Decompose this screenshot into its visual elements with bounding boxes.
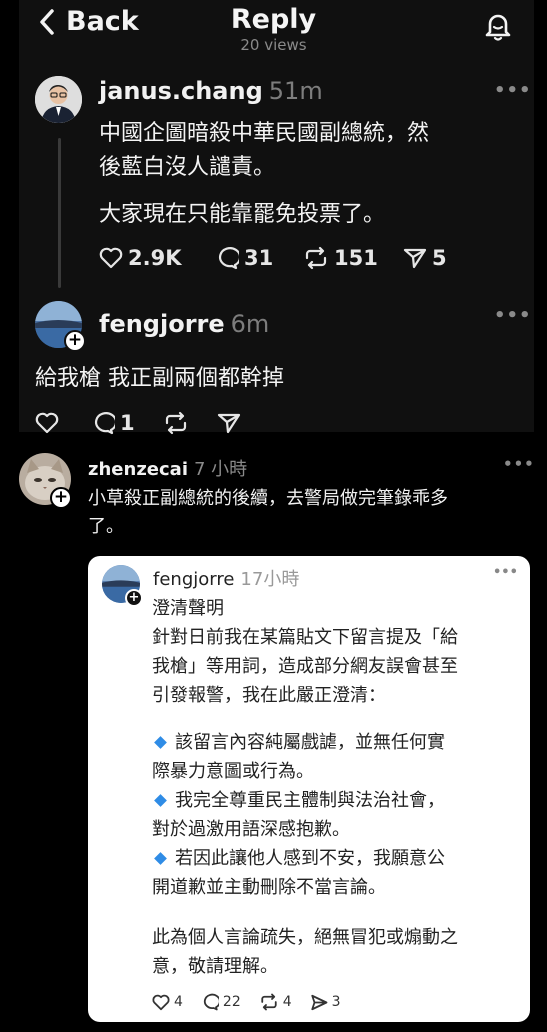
post-time: 7 小時 — [193, 459, 248, 480]
reply-button[interactable]: 31 — [215, 246, 303, 270]
heart-icon — [152, 994, 170, 1010]
statement-closing: 此為個人言論疏失，絕無冒犯或煽動之 意，敬請理解。 — [152, 923, 522, 981]
statement-bullets: 該留言內容純屬戲謔，並無任何實 際暴力意圖或行為。 我完全尊重民主體制與法治社會… — [152, 728, 522, 902]
repost-button[interactable] — [163, 411, 217, 435]
post-text: 給我槍 我正副兩個都幹掉 — [35, 366, 284, 391]
post-actions: 2.9K 31 151 5 — [99, 246, 447, 270]
thread-line — [58, 138, 61, 288]
notification-button[interactable] — [483, 10, 513, 46]
post-time: 51m — [268, 77, 323, 105]
username[interactable]: zhenzecai — [88, 459, 188, 480]
bullet-text: 該留言內容純屬戲謔，並無任何實 — [175, 732, 445, 753]
post-author[interactable]: fengjorre 6m — [99, 310, 269, 338]
bullet-line: 該留言內容純屬戲謔，並無任何實 — [152, 728, 522, 757]
follow-button[interactable]: + — [50, 487, 72, 509]
share-count: 5 — [432, 246, 447, 270]
more-icon[interactable]: ••• — [494, 80, 532, 101]
plus-icon: + — [53, 487, 69, 507]
bullet-line: 若因此讓他人感到不安，我願意公 — [152, 844, 522, 873]
bullet-line: 對於過激用語深感抱歉。 — [152, 819, 350, 840]
diamond-bullet-icon — [154, 851, 167, 865]
like-button[interactable]: 2.9K — [99, 246, 215, 270]
statement-title: 澄清聲明 — [152, 598, 224, 619]
repost-icon — [165, 411, 187, 435]
username[interactable]: fengjorre — [99, 310, 225, 338]
repost-icon — [261, 993, 277, 1011]
bullet-line: 際暴力意圖或行為。 — [152, 761, 314, 782]
post-actions: 4 22 4 3 — [152, 993, 341, 1011]
repost-button[interactable]: 4 — [259, 993, 292, 1011]
like-button[interactable] — [35, 412, 91, 434]
like-count: 4 — [174, 994, 183, 1010]
like-button[interactable]: 4 — [152, 994, 183, 1011]
comment-icon — [94, 412, 115, 435]
bullet-line: 開道歉並主動刪除不當言論。 — [152, 877, 386, 898]
share-button[interactable]: 5 — [403, 246, 447, 270]
diamond-bullet-icon — [154, 793, 167, 807]
bullet-line: 我完全尊重民主體制與法治社會， — [152, 786, 522, 815]
send-icon — [217, 413, 241, 434]
post-author[interactable]: zhenzecai 7 小時 — [88, 455, 247, 481]
reply-count: 22 — [222, 994, 241, 1010]
post-actions: 1 — [35, 411, 241, 435]
reply-button[interactable]: 1 — [91, 411, 163, 435]
post-text: 大家現在只能靠罷免投票了。 — [99, 202, 386, 227]
text-line: 我槍」等用詞，造成部分網友誤會甚至 — [152, 656, 458, 677]
diamond-bullet-icon — [154, 735, 167, 749]
post-time: 17小時 — [240, 569, 300, 590]
heart-icon — [35, 412, 59, 434]
bullet-text: 我完全尊重民主體制與法治社會， — [175, 790, 445, 811]
comment-icon — [218, 247, 239, 270]
avatar-janus[interactable] — [35, 76, 82, 123]
repost-count: 4 — [282, 994, 292, 1010]
page-title: Reply — [230, 4, 317, 35]
post-author[interactable]: fengjorre 17小時 — [153, 565, 299, 591]
bullet-text: 若因此讓他人感到不安，我願意公 — [175, 848, 445, 869]
quoted-post-card[interactable]: + fengjorre 17小時 ••• 澄清聲明 針對日前我在某篇貼文下留言提及… — [88, 556, 530, 1022]
username[interactable]: janus.chang — [99, 77, 263, 105]
reply-count: 1 — [120, 411, 135, 435]
share-button[interactable] — [217, 412, 241, 434]
share-button[interactable]: 3 — [310, 994, 341, 1011]
share-count: 3 — [331, 994, 341, 1010]
username[interactable]: fengjorre — [153, 569, 234, 590]
post-text-line: 了。 — [88, 516, 124, 537]
post-time: 6m — [230, 310, 270, 338]
text-line: 引發報警，我在此嚴正澄清： — [152, 685, 386, 706]
post-text-line: 後藍白沒人譴責。 — [99, 155, 276, 180]
text-line: 針對日前我在某篇貼文下留言提及「給 — [152, 627, 458, 648]
person-photo-icon — [35, 76, 82, 123]
post-text-line: 小草殺正副總統的後續，去警局做完筆錄乖多 — [88, 488, 448, 509]
bell-icon — [485, 14, 511, 41]
more-icon[interactable]: ••• — [493, 565, 518, 580]
post-text: 小草殺正副總統的後續，去警局做完筆錄乖多 了。 — [88, 485, 448, 541]
plus-icon: + — [67, 330, 83, 350]
comment-icon — [203, 993, 219, 1011]
like-count: 2.9K — [128, 246, 182, 270]
send-icon — [311, 994, 328, 1010]
post-text: 中國企圖暗殺中華民國副總統，然 後藍白沒人譴責。 — [99, 117, 429, 185]
text-line: 此為個人言論疏失，絕無冒犯或煽動之 — [152, 927, 458, 948]
more-icon[interactable]: ••• — [494, 305, 532, 326]
follow-button[interactable]: + — [64, 330, 86, 352]
follow-button[interactable]: + — [125, 589, 143, 607]
heart-icon — [99, 247, 123, 269]
post-text-line: 中國企圖暗殺中華民國副總統，然 — [99, 121, 430, 146]
plus-icon: + — [128, 590, 140, 605]
repost-icon — [305, 246, 327, 270]
repost-count: 151 — [334, 246, 378, 270]
reply-button[interactable]: 22 — [201, 993, 241, 1011]
view-count: 20 views — [240, 36, 307, 54]
more-icon[interactable]: ••• — [503, 455, 535, 473]
reply-count: 31 — [244, 246, 274, 270]
repost-button[interactable]: 151 — [303, 246, 403, 270]
statement-intro: 針對日前我在某篇貼文下留言提及「給 我槍」等用詞，造成部分網友誤會甚至 引發報警… — [152, 623, 522, 710]
send-icon — [403, 248, 427, 269]
post-author[interactable]: janus.chang 51m — [99, 77, 323, 105]
text-line: 意，敬請理解。 — [152, 956, 278, 977]
